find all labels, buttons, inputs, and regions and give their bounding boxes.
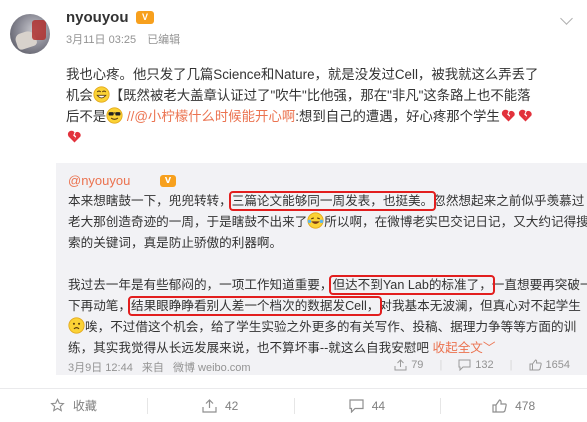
thumbs-up-icon bbox=[492, 398, 507, 413]
star-icon bbox=[50, 398, 65, 412]
repost-line: 索的关键词，真是防止骄傲的利器啊。 bbox=[68, 236, 283, 250]
post-line-2: 机会 【既然被老大盖章认证过了"吹牛"比他强，那在"非凡"这条路上也不能落 bbox=[66, 86, 531, 103]
highlight-box: 结果眼睁睁看别人差一个档次的数据发Cell， bbox=[127, 296, 383, 316]
comment-icon bbox=[458, 359, 471, 371]
laughing-tears-emoji-icon bbox=[307, 212, 324, 229]
repost-comment-count[interactable]: 132 bbox=[458, 359, 494, 371]
weibo-post: nyouyou V 3月11日 03:25 已编辑 我也心疼。他只发了几篇Sci… bbox=[0, 0, 587, 422]
repost-source[interactable]: 微博 weibo.com bbox=[173, 362, 251, 374]
repost-line: 老大那创造奇迹的一周，于是瞎鼓不出来了 所以啊，在微博老实巴交记日记，又大约记得搜 bbox=[68, 212, 587, 233]
post-line-3: 后不是 //@小柠檬什么时候能开心啊:想到自己的遭遇，好心疼那个学生 bbox=[66, 106, 574, 127]
repost-separator: // bbox=[123, 109, 135, 124]
post-line-1: 我也心疼。他只发了几篇Science和Nature，就是没发过Cell，被我就这… bbox=[66, 67, 539, 82]
comment-icon bbox=[349, 398, 364, 413]
broken-heart-icon bbox=[67, 130, 81, 143]
repost-line: 本来想瞎鼓一下，兜兜转转，三篇论文能够同一周发表，也挺美。忽然想起来之前似乎羡慕… bbox=[68, 191, 585, 211]
edited-label[interactable]: 已编辑 bbox=[147, 34, 180, 46]
repost-button[interactable]: 42 bbox=[146, 389, 294, 422]
repost-line: 我过去一年是有些郁闷的，一项工作知道重要，但达不到Yan Lab的标准了，一直想… bbox=[68, 275, 587, 295]
repost-footer: 3月9日 12:44 来自 微博 weibo.com 79 | 132 | 16… bbox=[68, 359, 578, 375]
comment-button[interactable]: 44 bbox=[293, 389, 441, 422]
post-meta: 3月11日 03:25 已编辑 bbox=[66, 31, 188, 47]
broken-heart-icon bbox=[501, 109, 515, 122]
repost-line: 唉，不过借这个机会，给了学生实验之外更多的有关写作、投稿、据理力争等等方面的训 bbox=[68, 317, 578, 338]
favorite-button[interactable]: 收藏 bbox=[0, 389, 147, 422]
collapse-text-link[interactable]: 收起全文﹀ bbox=[433, 341, 496, 355]
repost-share-count[interactable]: 79 bbox=[394, 359, 423, 371]
sad-emoji-icon bbox=[68, 317, 85, 334]
repost-line: 练，其实我觉得从长远发展来说，也不算坏事--就这么自我安慰吧 收起全文﹀ bbox=[68, 341, 496, 355]
post-time[interactable]: 3月11日 03:25 bbox=[66, 34, 136, 46]
post-text: 我也心疼。他只发了几篇Science和Nature，就是没发过Cell，被我就这… bbox=[66, 64, 574, 148]
thumbs-up-icon bbox=[529, 359, 542, 371]
cool-sunglasses-emoji-icon bbox=[106, 107, 123, 124]
chevron-down-icon[interactable] bbox=[560, 12, 573, 25]
divider: | bbox=[439, 359, 443, 371]
broken-heart-icon bbox=[518, 109, 532, 122]
mention-link[interactable]: @小柠檬什么时候能开心啊 bbox=[134, 109, 295, 124]
repost-author-link[interactable]: @nyouyou bbox=[68, 173, 130, 188]
author-name[interactable]: nyouyou bbox=[66, 9, 129, 26]
vip-badge-icon: V bbox=[136, 11, 154, 24]
vip-badge-icon: V bbox=[160, 175, 176, 187]
post-line-4 bbox=[66, 127, 574, 148]
share-icon bbox=[202, 398, 217, 413]
grin-emoji-icon bbox=[93, 86, 110, 103]
reposted-weibo: @nyouyou V 本来想瞎鼓一下，兜兜转转，三篇论文能够同一周发表，也挺美。… bbox=[56, 163, 587, 375]
like-button[interactable]: 478 bbox=[440, 389, 587, 422]
action-bar: 收藏 42 44 478 bbox=[0, 388, 587, 422]
repost-like-count[interactable]: 1654 bbox=[529, 359, 570, 371]
avatar[interactable] bbox=[10, 14, 50, 54]
repost-from-label: 来自 bbox=[141, 362, 164, 374]
divider: | bbox=[509, 359, 513, 371]
repost-line: 下再动笔，结果眼睁睁看别人差一个档次的数据发Cell，对我基本无波澜，但真心对不… bbox=[68, 296, 581, 316]
highlight-box: 三篇论文能够同一周发表，也挺美。 bbox=[228, 191, 437, 211]
chevron-up-icon: ﹀ bbox=[482, 341, 496, 355]
share-icon bbox=[394, 359, 407, 371]
highlight-box: 但达不到Yan Lab的标准了， bbox=[329, 275, 495, 295]
repost-text: 本来想瞎鼓一下，兜兜转转，三篇论文能够同一周发表，也挺美。忽然想起来之前似乎羡慕… bbox=[68, 191, 587, 359]
repost-date[interactable]: 3月9日 12:44 bbox=[68, 362, 133, 374]
